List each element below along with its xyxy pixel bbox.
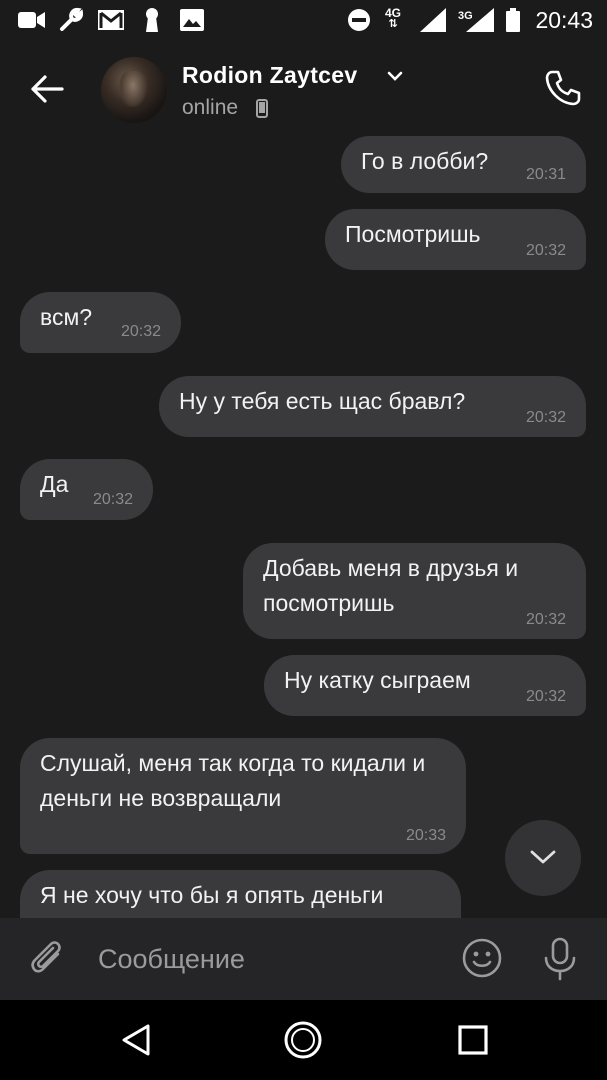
chevron-down-icon[interactable] xyxy=(386,70,404,84)
signal-icon xyxy=(420,8,446,32)
network-type-1: 4G ⇅ xyxy=(385,6,402,30)
scroll-to-bottom-button[interactable] xyxy=(505,820,581,896)
message-text: Посмотришь xyxy=(345,221,481,247)
message-text: Да xyxy=(40,471,69,497)
message-time: 20:32 xyxy=(525,688,566,705)
keyhole-icon xyxy=(143,8,161,32)
mobile-phone-icon xyxy=(256,99,268,118)
message-bubble-outgoing[interactable]: Го в лобби? 20:31 xyxy=(341,136,586,193)
nav-home-icon[interactable] xyxy=(283,1020,323,1060)
paperclip-icon[interactable] xyxy=(28,938,68,980)
message-bubble-incoming[interactable]: Я не хочу что бы я опять деньги xyxy=(20,870,461,918)
message-input[interactable] xyxy=(96,940,440,978)
battery-icon xyxy=(506,8,520,32)
signal-icon xyxy=(466,8,494,32)
message-text: Я не хочу что бы я опять деньги xyxy=(40,882,384,908)
message-bubble-outgoing[interactable]: Ну у тебя есть щас бравл? 20:32 xyxy=(159,376,586,437)
status-bar: 4G ⇅ 3G 20:43 xyxy=(0,0,607,40)
clock: 20:43 xyxy=(535,7,593,33)
message-time: 20:32 xyxy=(525,611,566,628)
phone-call-icon[interactable] xyxy=(543,68,583,108)
message-composer xyxy=(0,918,607,1000)
system-navigation-bar xyxy=(0,1000,607,1080)
message-time: 20:31 xyxy=(525,166,566,183)
wrench-icon xyxy=(58,7,84,32)
avatar[interactable] xyxy=(101,57,167,123)
message-time: 20:32 xyxy=(92,491,133,508)
chevron-down-icon xyxy=(530,850,556,864)
chat-header: Rodion Zaytcev online xyxy=(0,40,607,136)
contact-name[interactable]: Rodion Zaytcev xyxy=(182,62,357,89)
back-arrow-icon[interactable] xyxy=(28,70,66,108)
gallery-icon xyxy=(180,8,204,32)
message-text: Слушай, меня так когда то кидали и деньг… xyxy=(40,750,426,811)
message-time: 20:32 xyxy=(525,409,566,426)
emoji-icon[interactable] xyxy=(461,937,503,979)
message-list[interactable]: Го в лобби? 20:31 Посмотришь 20:32 всм? … xyxy=(0,136,607,918)
nav-recents-icon[interactable] xyxy=(453,1020,493,1060)
message-bubble-outgoing[interactable]: Посмотришь 20:32 xyxy=(325,209,586,270)
message-time: 20:32 xyxy=(525,242,566,259)
message-text: Добавь меня в друзья и посмотришь xyxy=(263,555,519,616)
message-bubble-incoming[interactable]: всм? 20:32 xyxy=(20,292,181,353)
do-not-disturb-icon xyxy=(347,8,371,32)
microphone-icon[interactable] xyxy=(540,936,580,982)
nav-back-icon[interactable] xyxy=(116,1020,156,1060)
video-call-icon xyxy=(18,8,46,32)
contact-status: online xyxy=(182,96,239,119)
message-bubble-outgoing[interactable]: Ну катку сыграем 20:32 xyxy=(264,655,586,716)
message-time: 20:32 xyxy=(120,323,161,340)
message-text: всм? xyxy=(40,304,93,330)
message-text: Го в лобби? xyxy=(361,148,489,174)
message-text: Ну у тебя есть щас бравл? xyxy=(179,388,466,414)
message-bubble-incoming[interactable]: Да 20:32 xyxy=(20,459,153,520)
message-text: Ну катку сыграем xyxy=(284,667,471,693)
gmail-icon xyxy=(98,8,124,32)
message-bubble-incoming[interactable]: Слушай, меня так когда то кидали и деньг… xyxy=(20,738,466,854)
message-bubble-outgoing[interactable]: Добавь меня в друзья и посмотришь 20:32 xyxy=(243,543,586,639)
message-time: 20:33 xyxy=(405,827,446,844)
